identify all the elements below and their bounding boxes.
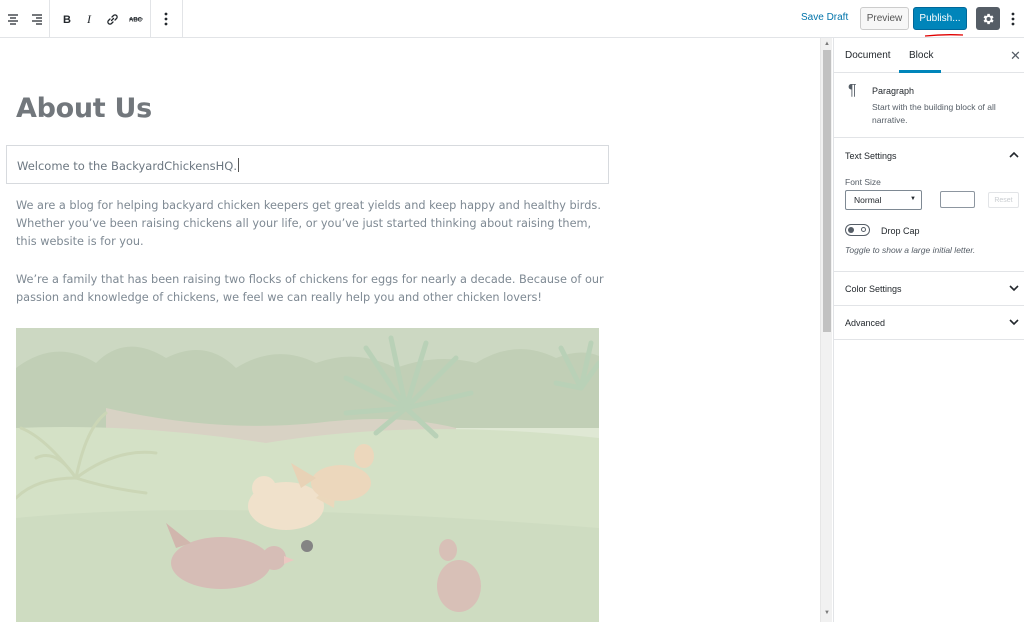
color-settings-toggle[interactable]: Color Settings	[845, 284, 902, 294]
chevron-up-icon[interactable]	[1009, 151, 1019, 159]
svg-text:B: B	[63, 14, 71, 25]
sidebar-tabs: Document Block ✕	[834, 38, 1024, 73]
settings-gear-button[interactable]	[976, 7, 1000, 30]
drop-cap-label: Drop Cap	[881, 226, 920, 236]
text-settings-toggle[interactable]: Text Settings	[845, 151, 897, 161]
gear-icon	[983, 13, 994, 24]
toolbar-divider	[182, 0, 183, 38]
close-icon[interactable]: ✕	[1010, 48, 1021, 64]
scroll-down-arrow[interactable]: ▼	[824, 610, 830, 616]
bold-icon[interactable]: B	[56, 8, 78, 30]
svg-text:ABC: ABC	[129, 18, 143, 24]
dropdown-arrow-icon: ▼	[910, 196, 916, 202]
drop-cap-help-text: Toggle to show a large initial letter.	[845, 245, 976, 255]
advanced-toggle[interactable]: Advanced	[845, 318, 885, 328]
scroll-up-arrow[interactable]: ▲	[824, 41, 830, 47]
link-icon[interactable]	[102, 8, 124, 30]
paragraph-block[interactable]: We are a blog for helping backyard chick…	[16, 197, 606, 251]
align-center-icon[interactable]	[2, 8, 24, 30]
chevron-down-icon[interactable]	[1009, 318, 1019, 326]
editor-toolbar: B I ABC Save Draft Preview Publish...	[0, 0, 1024, 38]
tab-document[interactable]: Document	[845, 50, 891, 61]
toolbar-divider	[49, 0, 50, 38]
paragraph-block-selected[interactable]: Welcome to the BackyardChickensHQ.	[6, 145, 609, 184]
more-vertical-icon[interactable]	[155, 8, 177, 30]
tab-block[interactable]: Block	[909, 50, 933, 61]
alignment-group	[0, 0, 49, 38]
formatting-group: B I ABC	[55, 0, 147, 38]
text-caret	[237, 158, 239, 172]
editor-scrollbar[interactable]: ▲ ▼	[820, 38, 832, 622]
save-draft-link[interactable]: Save Draft	[801, 12, 848, 23]
editor-canvas: About Us Welcome to the BackyardChickens…	[0, 38, 820, 622]
italic-icon[interactable]: I	[79, 8, 101, 30]
scroll-thumb[interactable]	[823, 50, 831, 332]
color-settings-panel[interactable]: Color Settings	[834, 272, 1024, 306]
pilcrow-icon: ¶	[848, 82, 857, 99]
paragraph-text[interactable]: Welcome to the BackyardChickensHQ.	[17, 158, 239, 173]
preview-button[interactable]: Preview	[860, 7, 909, 30]
advanced-panel[interactable]: Advanced	[834, 306, 1024, 340]
more-options-icon[interactable]	[1006, 9, 1020, 29]
custom-font-size-input[interactable]	[940, 191, 975, 208]
toolbar-divider	[150, 0, 151, 38]
more-group	[155, 0, 177, 38]
strikethrough-icon[interactable]: ABC	[125, 8, 147, 30]
font-size-select[interactable]: Normal ▼	[845, 190, 922, 210]
align-right-icon[interactable]	[26, 8, 48, 30]
toggle-off-indicator	[861, 227, 866, 232]
drop-cap-toggle[interactable]	[845, 224, 870, 236]
block-description: Start with the building block of all nar…	[872, 102, 996, 125]
image-block-chickens[interactable]	[16, 328, 599, 622]
block-name: Paragraph	[872, 86, 915, 96]
settings-sidebar: Document Block ✕ ¶ Paragraph Start with …	[833, 38, 1024, 622]
toggle-knob	[848, 226, 854, 233]
chickens-in-garden-image	[16, 328, 599, 622]
publish-button[interactable]: Publish...	[913, 7, 967, 30]
block-card: ¶ Paragraph Start with the building bloc…	[834, 73, 1024, 138]
chevron-down-icon[interactable]	[1009, 284, 1019, 292]
paragraph-block[interactable]: We’re a family that has been raising two…	[16, 271, 606, 307]
svg-text:I: I	[86, 13, 92, 25]
font-size-reset-button[interactable]: Reset	[988, 192, 1019, 208]
post-title[interactable]: About Us	[16, 93, 152, 124]
font-size-label: Font Size	[845, 177, 881, 187]
